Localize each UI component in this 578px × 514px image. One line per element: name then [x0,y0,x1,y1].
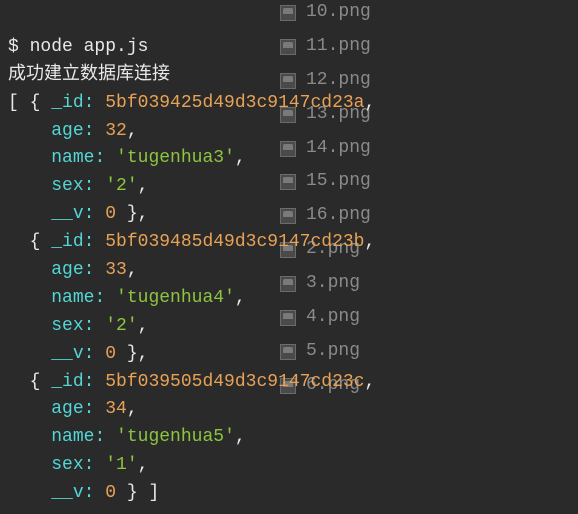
terminal-output: $ node app.js 成功建立数据库连接 [ { _id: 5bf0394… [0,0,578,514]
val-name: 'tugenhua3' [116,148,235,168]
val-id: 5bf039505d49d3c9147cd23c [105,372,364,392]
key-name: name [51,427,94,447]
db-message: 成功建立数据库连接 [8,65,170,85]
bracket-open: [ [8,93,30,113]
val-v: 0 [105,204,116,224]
val-age: 32 [105,121,127,141]
val-id: 5bf039425d49d3c9147cd23a [105,93,364,113]
val-v: 0 [105,483,116,503]
key-v: __v [51,344,83,364]
key-v: __v [51,483,83,503]
val-id: 5bf039485d49d3c9147cd23b [105,232,364,252]
val-name: 'tugenhua5' [116,427,235,447]
val-sex: '2' [105,176,137,196]
key-v: __v [51,204,83,224]
prompt: $ [8,37,30,57]
key-name: name [51,288,94,308]
bracket-close: ] [138,483,160,503]
val-age: 34 [105,399,127,419]
key-id: _id [51,232,83,252]
command: node app.js [30,37,149,57]
val-age: 33 [105,260,127,280]
key-sex: sex [51,316,83,336]
val-v: 0 [105,344,116,364]
key-age: age [51,399,83,419]
val-sex: '2' [105,316,137,336]
key-id: _id [51,372,83,392]
key-sex: sex [51,176,83,196]
key-sex: sex [51,455,83,475]
key-name: name [51,148,94,168]
val-name: 'tugenhua4' [116,288,235,308]
key-id: _id [51,93,83,113]
key-age: age [51,260,83,280]
val-sex: '1' [105,455,137,475]
key-age: age [51,121,83,141]
